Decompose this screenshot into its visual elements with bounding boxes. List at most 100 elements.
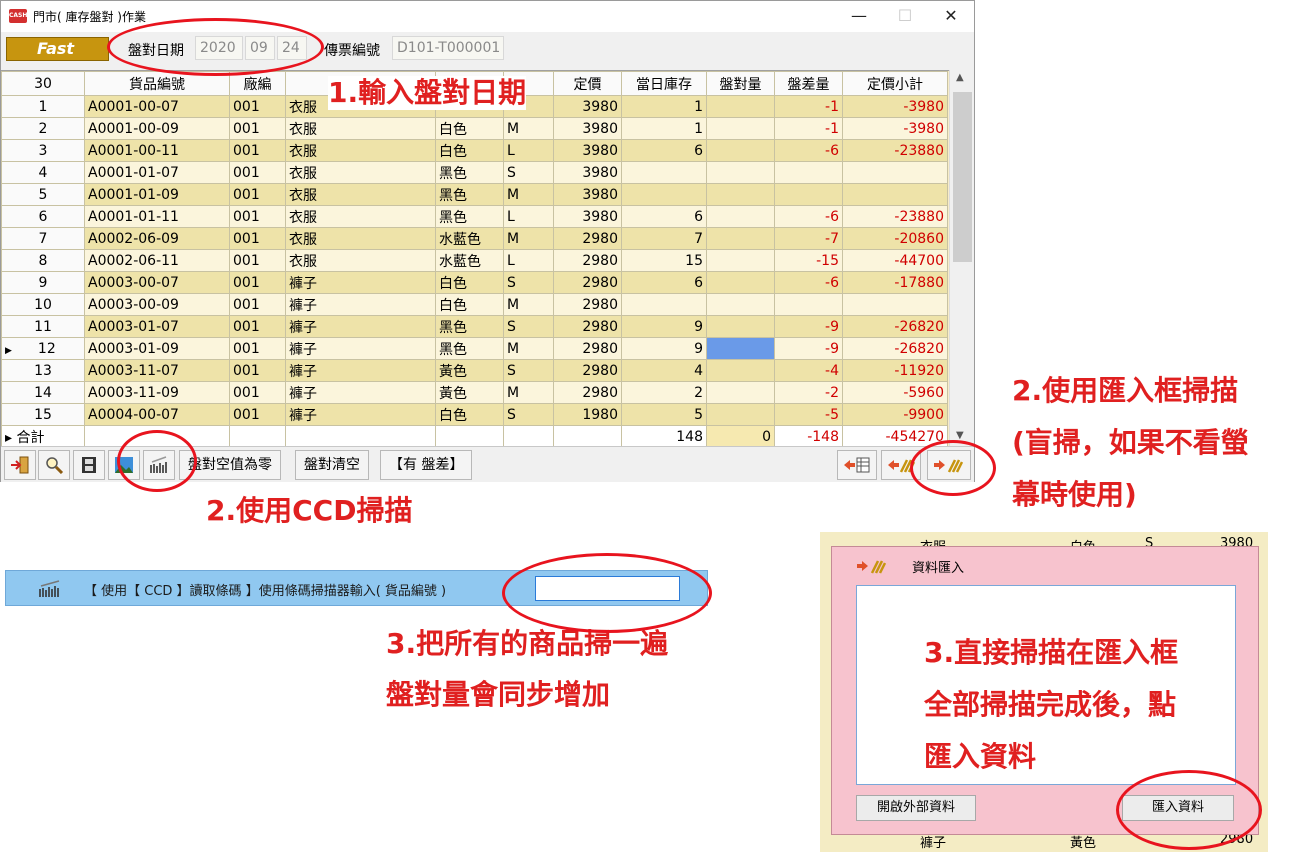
dialog-title: 資料匯入 bbox=[912, 561, 965, 576]
column-header[interactable]: 定價 bbox=[553, 71, 622, 96]
import-arrows-icon bbox=[857, 560, 886, 574]
cell-size: S bbox=[503, 315, 554, 338]
cell-size: L bbox=[503, 205, 554, 228]
table-row[interactable]: 11 A0003-01-07 001 褲子 黑色 S 2980 9 -9 -26820 bbox=[1, 315, 948, 338]
table-row[interactable]: 2 A0001-00-09 001 衣服 白色 M 3980 1 -1 -3980 bbox=[1, 117, 948, 140]
import-textarea[interactable] bbox=[856, 585, 1236, 785]
cell-subtotal: -5960 bbox=[842, 381, 948, 404]
cell-diff: -2 bbox=[774, 381, 843, 404]
cell-subtotal: -26820 bbox=[842, 315, 948, 338]
scroll-up-icon[interactable]: ▲ bbox=[956, 72, 964, 83]
cell-cat: 褲子 bbox=[285, 315, 436, 338]
highlight-ellipse bbox=[107, 18, 324, 76]
column-header[interactable]: 盤差量 bbox=[774, 71, 843, 96]
cell-price: 3980 bbox=[553, 183, 622, 206]
cell-subtotal: -23880 bbox=[842, 139, 948, 162]
cell-size: S bbox=[503, 161, 554, 184]
cell-diff: -5 bbox=[774, 403, 843, 426]
cell-count[interactable] bbox=[706, 403, 775, 426]
cell-count[interactable] bbox=[706, 381, 775, 404]
cell-color: 黑色 bbox=[435, 315, 504, 338]
table-row[interactable]: 15 A0004-00-07 001 褲子 白色 S 1980 5 -5 -9900 bbox=[1, 403, 948, 426]
cell-count[interactable] bbox=[706, 161, 775, 184]
annotation-step2-ccd: 2.使用CCD掃描 bbox=[206, 494, 413, 527]
highlight-ellipse bbox=[1116, 770, 1262, 850]
row-number: 1 bbox=[1, 95, 85, 118]
column-header[interactable]: 當日庫存 bbox=[621, 71, 707, 96]
cell-code: A0003-01-09 bbox=[84, 337, 230, 360]
total-stock: 148 bbox=[621, 425, 707, 446]
annotation-step3-import-note: 全部掃描完成後，點 bbox=[924, 688, 1177, 721]
cell-count[interactable] bbox=[706, 183, 775, 206]
cell-code: A0002-06-11 bbox=[84, 249, 230, 272]
cell-count[interactable] bbox=[706, 95, 775, 118]
table-row[interactable]: 13 A0003-11-07 001 褲子 黃色 S 2980 4 -4 -11920 bbox=[1, 359, 948, 382]
cell-subtotal: -26820 bbox=[842, 337, 948, 360]
row-number: 5 bbox=[1, 183, 85, 206]
column-header[interactable]: 定價小計 bbox=[842, 71, 948, 96]
table-row[interactable]: 14 A0003-11-09 001 褲子 黃色 M 2980 2 -2 -5960 bbox=[1, 381, 948, 404]
cell-code: A0003-11-09 bbox=[84, 381, 230, 404]
cell-color: 黑色 bbox=[435, 205, 504, 228]
search-button[interactable] bbox=[38, 450, 70, 480]
film-button[interactable] bbox=[73, 450, 105, 480]
highlight-ellipse bbox=[910, 440, 996, 496]
cell-vendor: 001 bbox=[229, 117, 286, 140]
cell-count[interactable] bbox=[706, 293, 775, 316]
cell-count[interactable] bbox=[706, 249, 775, 272]
cell-size: M bbox=[503, 117, 554, 140]
cell-vendor: 001 bbox=[229, 205, 286, 228]
row-pointer-icon: ▶ bbox=[5, 345, 12, 356]
cell-count[interactable] bbox=[706, 271, 775, 294]
cell-stock: 6 bbox=[621, 205, 707, 228]
maximize-button[interactable]: ☐ bbox=[883, 5, 927, 27]
cell-stock: 2 bbox=[621, 381, 707, 404]
table-row[interactable]: 8 A0002-06-11 001 衣服 水藍色 L 2980 15 -15 -44700 bbox=[1, 249, 948, 272]
cell-stock: 6 bbox=[621, 139, 707, 162]
cell-subtotal: -20860 bbox=[842, 227, 948, 250]
diff-filter-button[interactable]: 【有 盤差】 bbox=[380, 450, 473, 480]
cell-subtotal: -44700 bbox=[842, 249, 948, 272]
cell-color: 白色 bbox=[435, 117, 504, 140]
cell-price: 2980 bbox=[553, 293, 622, 316]
table-row[interactable]: 10 A0003-00-09 001 褲子 白色 M 2980 bbox=[1, 293, 948, 316]
window-title: 門市( 庫存盤對 )作業 bbox=[33, 10, 146, 24]
cell-vendor: 001 bbox=[229, 183, 286, 206]
table-row[interactable]: 5 A0001-01-09 001 衣服 黑色 M 3980 bbox=[1, 183, 948, 206]
cell-count[interactable] bbox=[706, 139, 775, 162]
minimize-button[interactable]: — bbox=[837, 5, 881, 27]
cell-stock: 15 bbox=[621, 249, 707, 272]
cell-size: S bbox=[503, 403, 554, 426]
column-header[interactable]: 盤對量 bbox=[706, 71, 775, 96]
scroll-thumb[interactable] bbox=[953, 92, 972, 262]
table-row[interactable]: 9 A0003-00-07 001 褲子 白色 S 2980 6 -6 -17880 bbox=[1, 271, 948, 294]
cell-size: M bbox=[503, 227, 554, 250]
grid-vertical-scrollbar[interactable]: ▲ ▼ bbox=[949, 70, 974, 446]
cell-stock: 1 bbox=[621, 95, 707, 118]
table-row[interactable]: 3 A0001-00-11 001 衣服 白色 L 3980 6 -6 -23880 bbox=[1, 139, 948, 162]
cell-count[interactable] bbox=[706, 205, 775, 228]
cell-count[interactable] bbox=[706, 117, 775, 140]
cell-size: M bbox=[503, 381, 554, 404]
row-number: 7 bbox=[1, 227, 85, 250]
row-number: 6 bbox=[1, 205, 85, 228]
doc-number-label: 傳票編號 bbox=[324, 43, 380, 59]
cell-count[interactable] bbox=[706, 337, 775, 360]
annotation-step3-import: 3.直接掃描在匯入框 bbox=[924, 636, 1179, 669]
table-row[interactable]: ▶ 12 A0003-01-09 001 褲子 黑色 M 2980 9 -9 -26820 bbox=[1, 337, 948, 360]
clear-count-button[interactable]: 盤對清空 bbox=[295, 450, 369, 480]
table-row[interactable]: 7 A0002-06-09 001 衣服 水藍色 M 2980 7 -7 -20860 bbox=[1, 227, 948, 250]
close-button[interactable]: ✕ bbox=[929, 5, 973, 27]
cell-count[interactable] bbox=[706, 227, 775, 250]
cell-cat: 衣服 bbox=[285, 139, 436, 162]
open-external-button[interactable]: 開啟外部資料 bbox=[856, 795, 976, 821]
table-row[interactable]: 6 A0001-01-11 001 衣服 黑色 L 3980 6 -6 -23880 bbox=[1, 205, 948, 228]
cell-size: L bbox=[503, 139, 554, 162]
exit-button[interactable] bbox=[4, 450, 36, 480]
cell-diff: -7 bbox=[774, 227, 843, 250]
cell-color: 白色 bbox=[435, 403, 504, 426]
table-row[interactable]: 4 A0001-01-07 001 衣服 黑色 S 3980 bbox=[1, 161, 948, 184]
cell-count[interactable] bbox=[706, 315, 775, 338]
export-sheet-button[interactable] bbox=[837, 450, 877, 480]
cell-count[interactable] bbox=[706, 359, 775, 382]
